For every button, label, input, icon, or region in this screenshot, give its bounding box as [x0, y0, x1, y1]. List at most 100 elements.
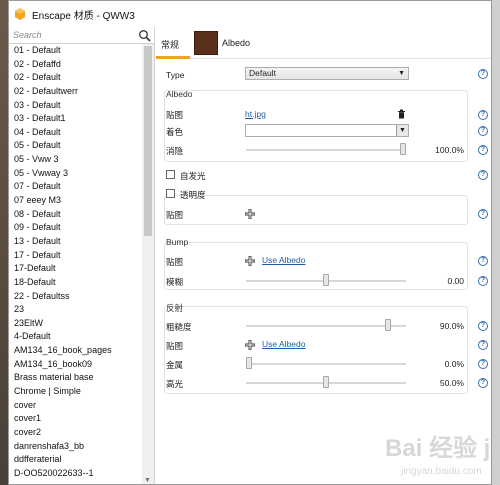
scroll-down-arrow-icon[interactable]: ▼: [144, 477, 151, 484]
albedo-texture-file-link[interactable]: ht.jpg: [245, 109, 266, 119]
material-list-item[interactable]: 23EltW: [9, 317, 141, 331]
material-list-item[interactable]: 17 - Default: [9, 249, 141, 263]
watermark-text: Bai 经验 jingyan.baidu.com: [385, 434, 492, 462]
material-list-item[interactable]: 05 - Vww 3: [9, 153, 141, 167]
albedo-fade-slider-track[interactable]: [246, 149, 406, 151]
type-select[interactable]: Default ▼: [245, 67, 409, 80]
material-list-item[interactable]: Chrome | Simple: [9, 385, 141, 399]
material-list: 01 - Default 02 - Defaffd 02 - Default 02 -…: [9, 44, 141, 484]
material-list-item[interactable]: 23: [9, 303, 141, 317]
background-left: [0, 0, 8, 485]
search-bar: [9, 27, 154, 44]
albedo-fade-slider-thumb[interactable]: [400, 143, 406, 155]
baidu-jingyan-watermark: Bai 经验 jingyan.baidu.com jingyan.baidu.c…: [385, 434, 492, 477]
material-list-item[interactable]: AM134_16_book_pages: [9, 344, 141, 358]
help-icon-type[interactable]: ?: [478, 69, 488, 79]
bump-blur-slider-thumb[interactable]: [323, 274, 329, 286]
albedo-fade-value: 100.0%: [435, 145, 464, 155]
material-list-item[interactable]: 02 - Default: [9, 71, 141, 85]
metallic-label: 金属: [166, 360, 184, 370]
title-bar[interactable]: Enscape 材质 - QWW3: [9, 1, 491, 27]
help-icon-specular[interactable]: ?: [478, 378, 488, 388]
material-list-item[interactable]: 02 - Defaultwerr: [9, 85, 141, 99]
material-list-item[interactable]: 07 eeey M3: [9, 194, 141, 208]
albedo-texture-thumbnail[interactable]: [194, 31, 218, 55]
bump-blur-label: 模糊: [166, 277, 184, 287]
help-icon-bump-texture[interactable]: ?: [478, 256, 488, 266]
active-tab-indicator: [156, 56, 190, 59]
help-icon-metallic[interactable]: ?: [478, 359, 488, 369]
bump-group-title: Bump: [166, 237, 189, 247]
material-list-panel: 01 - Default02 - Defaffd02 - Default02 -…: [9, 27, 155, 484]
material-list-item[interactable]: 18-Default: [9, 276, 141, 290]
search-input[interactable]: [13, 30, 131, 40]
roughness-value: 90.0%: [439, 321, 464, 331]
add-bump-texture-plus-icon[interactable]: [245, 256, 255, 266]
material-list-item[interactable]: 05 - Vwway 3: [9, 167, 141, 181]
material-list-item[interactable]: cover: [9, 399, 141, 413]
reflection-group-title: 反射: [166, 303, 184, 313]
help-icon-roughness[interactable]: ?: [478, 321, 488, 331]
material-list-item[interactable]: 03 - Default: [9, 99, 141, 113]
material-list-item[interactable]: 22 - Defaultss: [9, 290, 141, 304]
material-list-item[interactable]: 04 - Default: [9, 126, 141, 140]
material-list-item[interactable]: D-OO520022633--1: [9, 467, 141, 481]
help-icon-bump-blur[interactable]: ?: [478, 276, 488, 286]
tab-general[interactable]: 常规: [161, 38, 179, 51]
help-icon-transparency[interactable]: ?: [478, 209, 488, 219]
help-icon-albedo-fade[interactable]: ?: [478, 145, 488, 155]
color-dropdown-icon[interactable]: ▼: [396, 125, 408, 136]
type-select-value: Default: [249, 68, 276, 78]
help-icon-albedo-tint[interactable]: ?: [478, 126, 488, 136]
material-list-item[interactable]: 01 - Default: [9, 44, 141, 58]
material-list-item[interactable]: 17-Default: [9, 262, 141, 276]
material-list-item[interactable]: AM134_16_book09: [9, 358, 141, 372]
material-list-item[interactable]: cover1: [9, 412, 141, 426]
metallic-slider-track[interactable]: [246, 363, 406, 365]
material-list-item[interactable]: 13 - Default: [9, 235, 141, 249]
tab-albedo[interactable]: Albedo: [222, 38, 250, 48]
transparency-checkbox[interactable]: [166, 189, 175, 198]
background-right: [492, 0, 500, 485]
albedo-tint-color-picker[interactable]: ▼: [245, 124, 409, 137]
material-list-item[interactable]: 03 - Default1: [9, 112, 141, 126]
material-list-item[interactable]: cover2: [9, 426, 141, 440]
roughness-slider-thumb[interactable]: [384, 319, 391, 331]
help-icon-self-illumination[interactable]: ?: [478, 170, 488, 180]
search-icon[interactable]: [138, 29, 152, 42]
material-list-item[interactable]: 4-Default: [9, 330, 141, 344]
material-list-item[interactable]: 02 - Defaffd: [9, 58, 141, 72]
bump-group: [164, 242, 468, 290]
material-list-item[interactable]: Brass material base: [9, 371, 141, 385]
chevron-down-icon: ▼: [398, 70, 405, 77]
svg-text:jingyan.baidu.com: jingyan.baidu.com: [400, 466, 482, 477]
add-transparency-texture-plus-icon[interactable]: [245, 209, 255, 219]
specular-slider-thumb[interactable]: [323, 376, 329, 388]
enscape-logo-icon: [15, 8, 25, 20]
type-label: Type: [166, 70, 185, 80]
trash-icon[interactable]: [397, 109, 406, 119]
material-list-item[interactable]: 05 - Default: [9, 139, 141, 153]
metallic-slider-thumb[interactable]: [246, 357, 252, 369]
bump-use-albedo-link[interactable]: Use Albedo: [262, 255, 305, 265]
roughness-label: 粗糙度: [166, 322, 192, 332]
list-scrollbar[interactable]: ▼: [142, 44, 154, 484]
material-list-item[interactable]: ddfferaterial: [9, 453, 141, 467]
self-illumination-checkbox[interactable]: [166, 170, 175, 179]
help-icon-albedo-texture[interactable]: ?: [478, 110, 488, 120]
transparency-group: [164, 195, 468, 225]
help-icon-reflection-texture[interactable]: ?: [478, 340, 488, 350]
material-list-item[interactable]: 09 - Default: [9, 221, 141, 235]
material-list-item[interactable]: danrenshafa3_bb: [9, 440, 141, 454]
material-list-item[interactable]: 08 - Default: [9, 208, 141, 222]
reflection-group: [164, 306, 468, 394]
albedo-tint-label: 着色: [166, 127, 184, 137]
specular-label: 高光: [166, 379, 184, 389]
material-list-item[interactable]: 07 - Default: [9, 180, 141, 194]
self-illumination-label: 自发光: [180, 171, 206, 181]
roughness-slider-track[interactable]: [246, 325, 406, 327]
reflection-use-albedo-link[interactable]: Use Albedo: [262, 339, 305, 349]
metallic-value: 0.0%: [444, 359, 464, 369]
add-reflection-texture-plus-icon[interactable]: [245, 340, 255, 350]
scrollbar-thumb[interactable]: [144, 46, 152, 236]
